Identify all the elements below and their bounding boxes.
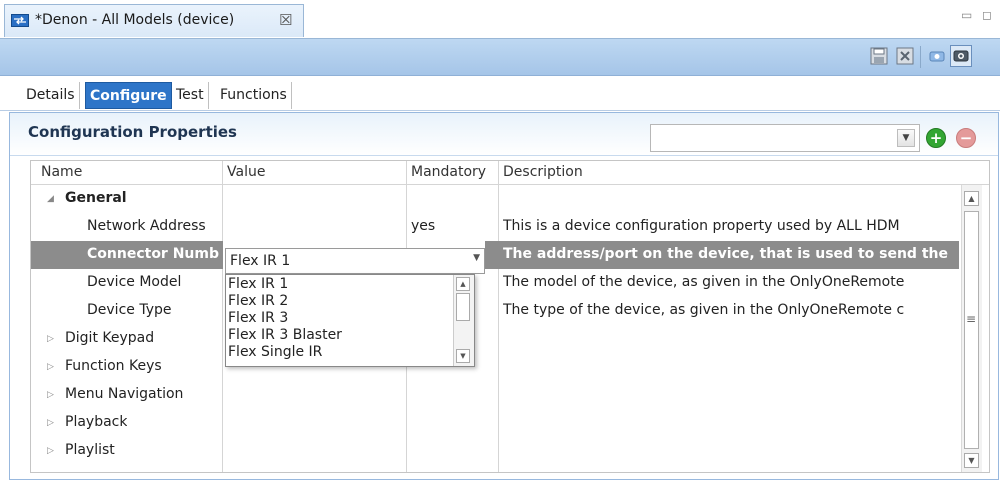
combo-value: Flex IR 1 <box>230 253 291 269</box>
column-mandatory[interactable]: Mandatory <box>411 164 486 180</box>
table-row[interactable]: Network Address yes This is a device con… <box>31 213 959 241</box>
dropdown-option[interactable]: Flex IR 1 <box>228 276 288 292</box>
property-description: The type of the device, as given in the … <box>503 302 905 318</box>
column-name[interactable]: Name <box>41 164 82 180</box>
property-grid: Name Value Mandatory Description ◢ Gener… <box>30 160 990 473</box>
collapsed-arrow-icon[interactable]: ▷ <box>47 446 54 456</box>
collapsed-arrow-icon[interactable]: ▷ <box>47 334 54 344</box>
device-icon <box>11 14 29 27</box>
device-settings-icon[interactable] <box>926 45 948 67</box>
tab-test[interactable]: Test <box>172 82 209 109</box>
group-name: Menu Navigation <box>65 386 184 402</box>
connector-number-combo[interactable]: Flex IR 1 ▼ <box>225 248 485 274</box>
table-row[interactable]: Device Type The type of the device, as g… <box>31 297 959 325</box>
chevron-down-icon[interactable]: ▼ <box>473 253 480 263</box>
scroll-down-icon[interactable]: ▼ <box>964 453 979 468</box>
panel-title: Configuration Properties <box>28 123 237 141</box>
group-row-function-keys[interactable]: ▷ Function Keys <box>31 353 959 381</box>
add-icon[interactable]: + <box>926 128 946 148</box>
group-row-playback[interactable]: ▷ Playback <box>31 409 959 437</box>
column-value[interactable]: Value <box>227 164 265 180</box>
grip-icon: ≡ <box>966 312 977 326</box>
dropdown-option[interactable]: Flex IR 2 <box>228 293 288 309</box>
chevron-down-icon[interactable]: ▼ <box>897 129 915 147</box>
collapsed-arrow-icon[interactable]: ▷ <box>47 418 54 428</box>
panel-header: Configuration Properties ▼ + − <box>10 113 998 156</box>
group-name: Function Keys <box>65 358 162 374</box>
group-row-general[interactable]: ◢ General <box>31 185 959 213</box>
property-mandatory: yes <box>411 218 436 234</box>
group-row-digit-keypad[interactable]: ▷ Digit Keypad <box>31 325 959 353</box>
remove-icon[interactable]: − <box>956 128 976 148</box>
grid-scrollbar[interactable]: ▲ ≡ ▼ <box>961 185 982 472</box>
property-name: Connector Numb <box>87 246 220 262</box>
column-description[interactable]: Description <box>503 164 583 180</box>
editor-tab-title: *Denon - All Models (device) <box>35 12 235 28</box>
dropdown-option[interactable]: Flex IR 3 <box>228 310 288 326</box>
dropdown-option[interactable]: Flex Single IR <box>228 344 322 360</box>
tab-functions[interactable]: Functions <box>216 82 292 109</box>
connector-dropdown-list[interactable]: Flex IR 1 Flex IR 2 Flex IR 3 Flex IR 3 … <box>225 274 475 367</box>
tab-configure[interactable]: Configure <box>85 82 172 109</box>
scroll-thumb[interactable]: ≡ <box>964 211 979 449</box>
collapsed-arrow-icon[interactable]: ▷ <box>47 362 54 372</box>
filter-combo[interactable]: ▼ <box>650 124 920 152</box>
group-row-menu-navigation[interactable]: ▷ Menu Navigation <box>31 381 959 409</box>
property-description: The address/port on the device, that is … <box>503 246 948 262</box>
property-name: Device Model <box>87 274 182 290</box>
minimize-icon[interactable]: ▭ <box>961 8 972 22</box>
grid-header: Name Value Mandatory Description <box>31 161 989 185</box>
expanded-arrow-icon[interactable]: ◢ <box>47 194 54 204</box>
editor-tab[interactable]: *Denon - All Models (device) ☒ <box>4 4 304 37</box>
scroll-thumb[interactable] <box>456 293 470 321</box>
group-name: Playback <box>65 414 128 430</box>
collapsed-arrow-icon[interactable]: ▷ <box>47 390 54 400</box>
property-description: This is a device configuration property … <box>503 218 900 234</box>
device-active-icon[interactable] <box>950 45 972 67</box>
group-name: Digit Keypad <box>65 330 155 346</box>
table-row-selected[interactable]: Connector Numb The address/port on the d… <box>31 241 959 269</box>
scroll-up-icon[interactable]: ▲ <box>456 277 470 291</box>
group-row-playlist[interactable]: ▷ Playlist <box>31 437 959 465</box>
tab-details[interactable]: Details <box>22 82 80 109</box>
property-name: Network Address <box>87 218 206 234</box>
revert-icon[interactable] <box>894 45 916 67</box>
scroll-up-icon[interactable]: ▲ <box>964 191 979 206</box>
table-row[interactable]: Device Model The model of the device, as… <box>31 269 959 297</box>
group-name: Playlist <box>65 442 115 458</box>
close-tab-icon[interactable]: ☒ <box>279 11 292 29</box>
dropdown-option[interactable]: Flex IR 3 Blaster <box>228 327 342 343</box>
property-name: Device Type <box>87 302 172 318</box>
scroll-down-icon[interactable]: ▼ <box>456 349 470 363</box>
property-description: The model of the device, as given in the… <box>503 274 905 290</box>
dropdown-scrollbar[interactable]: ▲ ▼ <box>453 275 474 366</box>
maximize-icon[interactable]: ◻ <box>982 8 992 22</box>
editor-toolbar <box>0 39 1000 76</box>
save-icon[interactable] <box>868 45 890 67</box>
editor-tab-strip: *Denon - All Models (device) ☒ ▭ ◻ <box>0 0 1000 39</box>
group-name: General <box>65 190 127 206</box>
